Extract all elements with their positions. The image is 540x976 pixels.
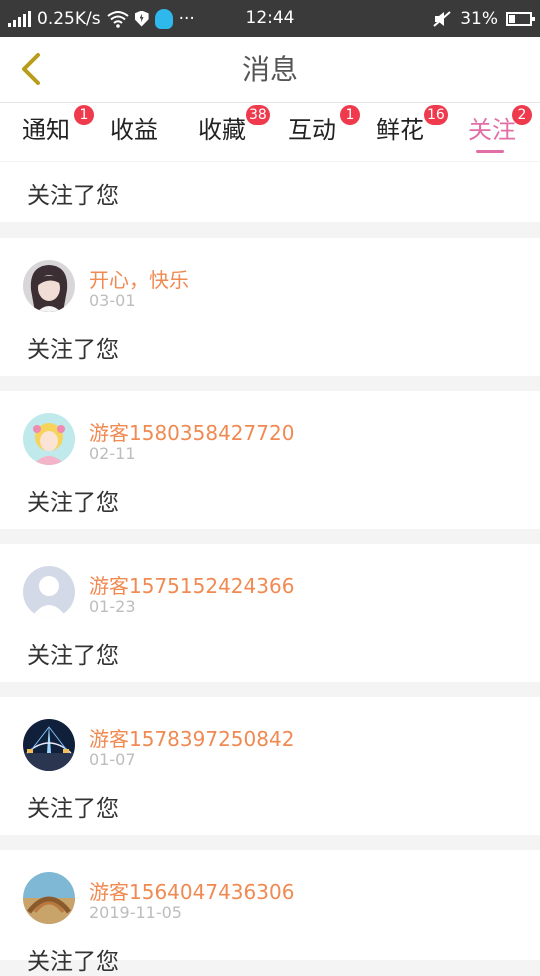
tab-earnings[interactable]: 收益 xyxy=(110,113,158,157)
username[interactable]: 游客1575152424366 xyxy=(89,570,294,599)
message-tabs: 通知 1 收益 收藏 38 互动 1 鲜花 16 关注 2 xyxy=(0,103,540,161)
username[interactable]: 游客1564047436306 xyxy=(89,876,294,905)
tab-label: 鲜花 xyxy=(376,116,424,144)
avatar[interactable] xyxy=(23,413,75,465)
unread-badge: 16 xyxy=(424,105,448,125)
avatar[interactable] xyxy=(23,719,75,771)
message-text: 关注了您 xyxy=(27,183,119,209)
battery-icon xyxy=(506,11,535,26)
unread-badge: 2 xyxy=(512,105,532,125)
unread-badge: 1 xyxy=(74,105,94,125)
username[interactable]: 游客1578397250842 xyxy=(89,723,294,752)
tab-label: 互动 xyxy=(288,116,336,144)
username[interactable]: 游客1580358427720 xyxy=(89,417,294,446)
list-item[interactable]: 开心，快乐 03-01 关注了您 xyxy=(0,238,540,376)
tab-label: 关注 xyxy=(468,116,516,144)
list-item[interactable]: 关注了您 xyxy=(0,162,540,222)
message-text: 关注了您 xyxy=(27,490,119,516)
list-item[interactable]: 游客1580358427720 02-11 关注了您 xyxy=(0,391,540,529)
battery-percent: 31% xyxy=(460,8,498,29)
page-title: 消息 xyxy=(241,53,298,86)
tab-favorites[interactable]: 收藏 38 xyxy=(198,105,270,157)
follow-date: 02-11 xyxy=(89,444,136,463)
list-item[interactable]: 游客1578397250842 01-07 关注了您 xyxy=(0,697,540,835)
avatar[interactable] xyxy=(23,260,75,312)
tab-notifications[interactable]: 通知 1 xyxy=(22,105,94,157)
tab-flowers[interactable]: 鲜花 16 xyxy=(376,105,448,157)
tab-label: 通知 xyxy=(22,116,70,144)
username[interactable]: 开心，快乐 xyxy=(89,264,189,293)
unread-badge: 1 xyxy=(340,105,360,125)
tab-interactions[interactable]: 互动 1 xyxy=(288,105,360,157)
follow-date: 01-07 xyxy=(89,750,136,769)
tab-label: 收益 xyxy=(110,116,158,144)
status-bar: 0.25K/s ··· 12:44 31% xyxy=(0,0,540,37)
avatar[interactable] xyxy=(23,872,75,924)
message-text: 关注了您 xyxy=(27,643,119,669)
mute-icon xyxy=(433,10,451,27)
list-item[interactable]: 游客1575152424366 01-23 关注了您 xyxy=(0,544,540,682)
message-text: 关注了您 xyxy=(27,949,119,975)
follow-date: 2019-11-05 xyxy=(89,903,182,922)
tab-label: 收藏 xyxy=(198,116,246,144)
message-text: 关注了您 xyxy=(27,796,119,822)
active-tab-indicator xyxy=(476,150,504,153)
tab-follows[interactable]: 关注 2 xyxy=(468,105,532,157)
follow-date: 01-23 xyxy=(89,597,136,616)
top-navigation-bar: 消息 xyxy=(0,37,540,103)
unread-badge: 38 xyxy=(246,105,270,125)
message-text: 关注了您 xyxy=(27,337,119,363)
list-item[interactable]: 游客1564047436306 2019-11-05 关注了您 xyxy=(0,850,540,975)
avatar[interactable] xyxy=(23,566,75,618)
follow-date: 03-01 xyxy=(89,291,136,310)
